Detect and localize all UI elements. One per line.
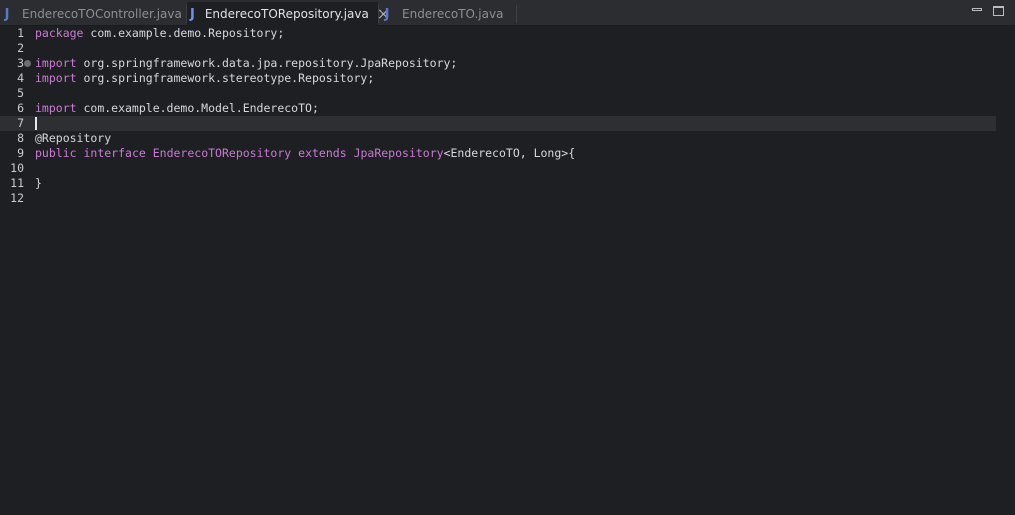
ide-window: J EnderecoTOController.java J EnderecoTO… [0, 0, 1015, 515]
line-number: 4 [17, 71, 24, 85]
line-number: 2 [17, 41, 24, 55]
line-number: 8 [17, 131, 24, 145]
line-number: 12 [10, 191, 24, 205]
minimize-icon[interactable] [972, 5, 984, 17]
tab-label: EnderecoTORepository.java [204, 7, 369, 21]
code-line[interactable]: 4 import org.springframework.stereotype.R… [0, 71, 1015, 86]
line-number: 11 [10, 176, 24, 190]
tab-endereco-to[interactable]: J EnderecoTO.java [379, 2, 516, 26]
code-line[interactable]: 5 [0, 86, 1015, 101]
code-editor[interactable]: 1 package com.example.demo.Repository; 2 3 i… [0, 26, 1015, 515]
code-token: @Repository [35, 131, 112, 145]
code-text: public interface EnderecoTORepository ex… [35, 146, 575, 161]
code-token: package [35, 26, 84, 40]
code-line[interactable]: 8 @Repository [0, 131, 1015, 146]
code-line[interactable]: 6 import com.example.demo.Model.EnderecoT… [0, 101, 1015, 116]
code-token: import [35, 71, 77, 85]
code-line[interactable]: 9 public interface EnderecoTORepository e… [0, 146, 1015, 161]
code-line[interactable]: 12 [0, 191, 1015, 206]
line-number: 3 [17, 56, 24, 70]
line-number: 5 [17, 86, 24, 100]
line-number: 10 [10, 161, 24, 175]
code-token: org.springframework.data.jpa.repository.… [76, 56, 458, 70]
code-line[interactable]: 2 [0, 41, 1015, 56]
tab-endereco-to-controller[interactable]: J EnderecoTOController.java [0, 2, 186, 26]
code-line[interactable]: 7 [0, 116, 996, 131]
code-line[interactable]: 3 import org.springframework.data.jpa.rep… [0, 56, 1015, 71]
code-text: import org.springframework.data.jpa.repo… [35, 56, 457, 71]
code-token: import [35, 56, 77, 70]
fold-toggle-icon[interactable] [24, 60, 31, 67]
editor-tab-bar: J EnderecoTOController.java J EnderecoTO… [0, 0, 1015, 26]
tab-label: EnderecoTOController.java [22, 7, 182, 21]
code-text: @Repository [35, 131, 111, 146]
maximize-icon[interactable] [993, 5, 1005, 17]
java-file-icon: J [384, 6, 390, 22]
code-token: JpaRepository [353, 146, 444, 160]
line-number: 6 [17, 101, 24, 115]
code-text: } [35, 176, 42, 191]
code-token: com.example.demo.Model.EnderecoTO; [76, 101, 319, 115]
line-number: 7 [17, 116, 24, 130]
code-token: } [35, 176, 42, 190]
code-text: package com.example.demo.Repository; [35, 26, 284, 41]
code-token: import [35, 101, 77, 115]
code-token: extends [298, 146, 347, 160]
code-token: interface [83, 146, 146, 160]
line-number: 1 [17, 26, 24, 40]
code-token: EnderecoTORepository [152, 146, 292, 160]
code-token: <EnderecoTO, Long>{ [443, 146, 576, 160]
line-number: 9 [17, 146, 24, 160]
code-token: com.example.demo.Repository; [83, 26, 285, 40]
tab-label: EnderecoTO.java [402, 7, 504, 21]
code-token: public [35, 146, 77, 160]
code-line[interactable]: 1 package com.example.demo.Repository; [0, 26, 1015, 41]
code-text: import org.springframework.stereotype.Re… [35, 71, 374, 86]
java-file-icon: J [190, 6, 195, 22]
tab-divider [516, 5, 517, 23]
code-line[interactable]: 10 [0, 161, 1015, 176]
code-text: import com.example.demo.Model.EnderecoTO… [35, 101, 319, 116]
java-file-icon: J [4, 6, 10, 22]
code-line[interactable]: 11} [0, 176, 1015, 191]
text-caret [35, 117, 37, 130]
tab-endereco-to-repository[interactable]: J EnderecoTORepository.java [187, 2, 378, 26]
code-token: org.springframework.stereotype.Repositor… [76, 71, 375, 85]
